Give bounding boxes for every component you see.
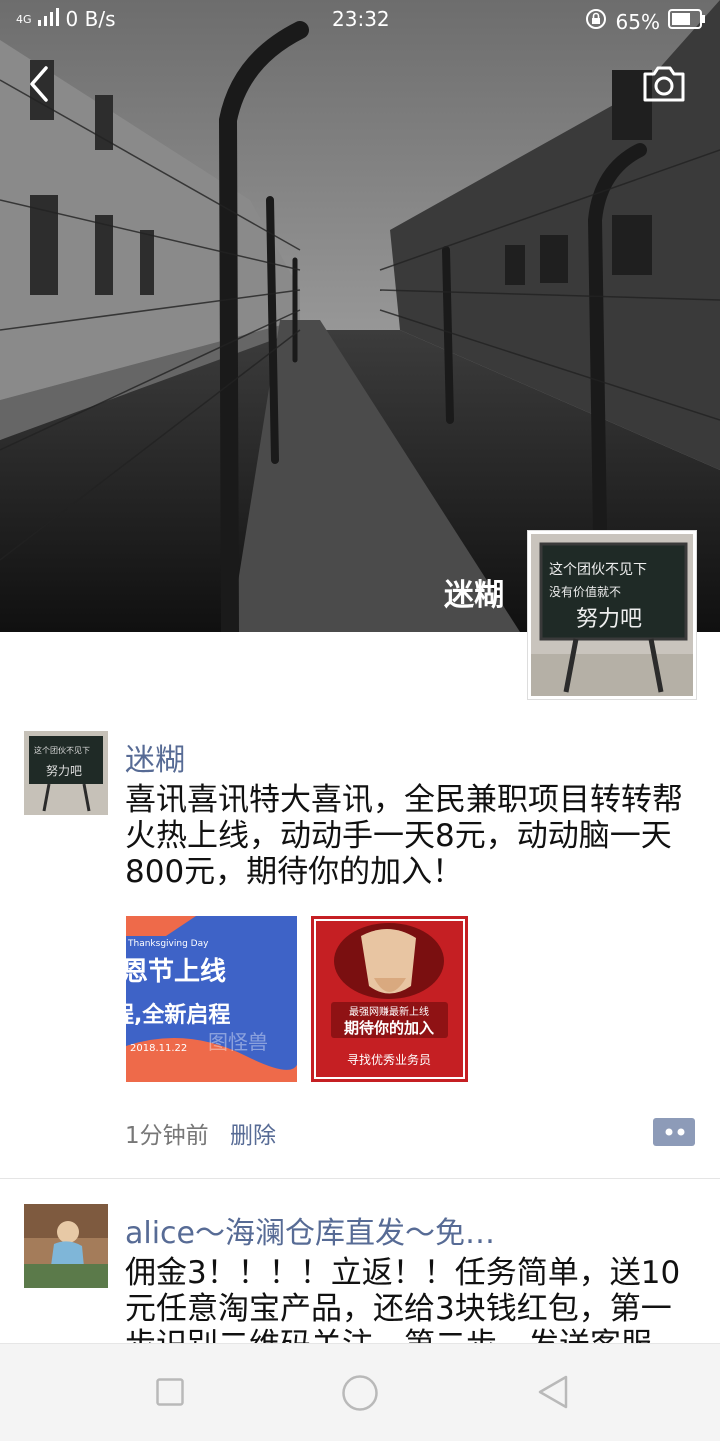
- post-image[interactable]: Thanksgiving Day 恩节上线 程,全新启程 2018.11.22 …: [126, 916, 297, 1082]
- svg-text:这个团伙不见下: 这个团伙不见下: [34, 745, 90, 755]
- network-type: 4G: [16, 12, 32, 26]
- post-divider: [0, 1178, 720, 1179]
- status-time: 23:32: [332, 7, 390, 31]
- more-dots-icon[interactable]: [645, 1118, 695, 1146]
- post-username[interactable]: alice～海澜仓库直发～免…: [125, 1208, 495, 1252]
- post-time: 1分钟前: [125, 1123, 209, 1149]
- post-username[interactable]: 迷糊: [125, 735, 185, 779]
- camera-icon[interactable]: [640, 64, 688, 104]
- image-label: 最强网赚最新上线: [349, 1005, 429, 1018]
- nav-back-icon[interactable]: [536, 1374, 570, 1410]
- image-label: 期待你的加入: [344, 1019, 434, 1037]
- svg-text:努力吧: 努力吧: [576, 607, 642, 632]
- system-nav-bar: [0, 1343, 720, 1441]
- post-image[interactable]: 最强网赚最新上线 期待你的加入 寻找优秀业务员: [311, 916, 468, 1082]
- battery-icon: [668, 9, 706, 34]
- image-watermark: 图怪兽: [208, 1030, 268, 1054]
- image-label: 程,全新启程: [126, 1002, 230, 1028]
- profile-name: 迷糊: [444, 578, 504, 613]
- profile-avatar[interactable]: 这个团伙不见下 没有价值就不 努力吧: [528, 531, 696, 699]
- svg-text:没有价值就不: 没有价值就不: [549, 584, 621, 599]
- battery-percent: 65%: [615, 9, 660, 34]
- rotation-lock-icon: [584, 7, 608, 36]
- image-label: 恩节上线: [126, 957, 226, 987]
- recents-icon[interactable]: [156, 1378, 184, 1406]
- post-text: 喜讯喜讯特大喜讯，全民兼职项目转转帮火热上线，动动手一天8元，动动脑一天800元…: [125, 782, 683, 890]
- image-label: 寻找优秀业务员: [347, 1052, 431, 1067]
- back-icon[interactable]: [24, 62, 60, 106]
- signal-icon: [37, 7, 60, 31]
- post-avatar[interactable]: 这个团伙不见下 努力吧: [24, 731, 108, 815]
- home-icon[interactable]: [341, 1374, 379, 1412]
- svg-text:努力吧: 努力吧: [46, 763, 82, 778]
- image-label: 2018.11.22: [130, 1043, 187, 1054]
- network-speed: 0 B/s: [65, 7, 116, 31]
- status-bar: 4G 0 B/s 23:32 65%: [0, 0, 720, 38]
- post-avatar[interactable]: [24, 1204, 108, 1288]
- delete-link[interactable]: 删除: [230, 1116, 276, 1150]
- svg-text:这个团伙不见下: 这个团伙不见下: [549, 561, 647, 578]
- image-label: Thanksgiving Day: [127, 939, 209, 949]
